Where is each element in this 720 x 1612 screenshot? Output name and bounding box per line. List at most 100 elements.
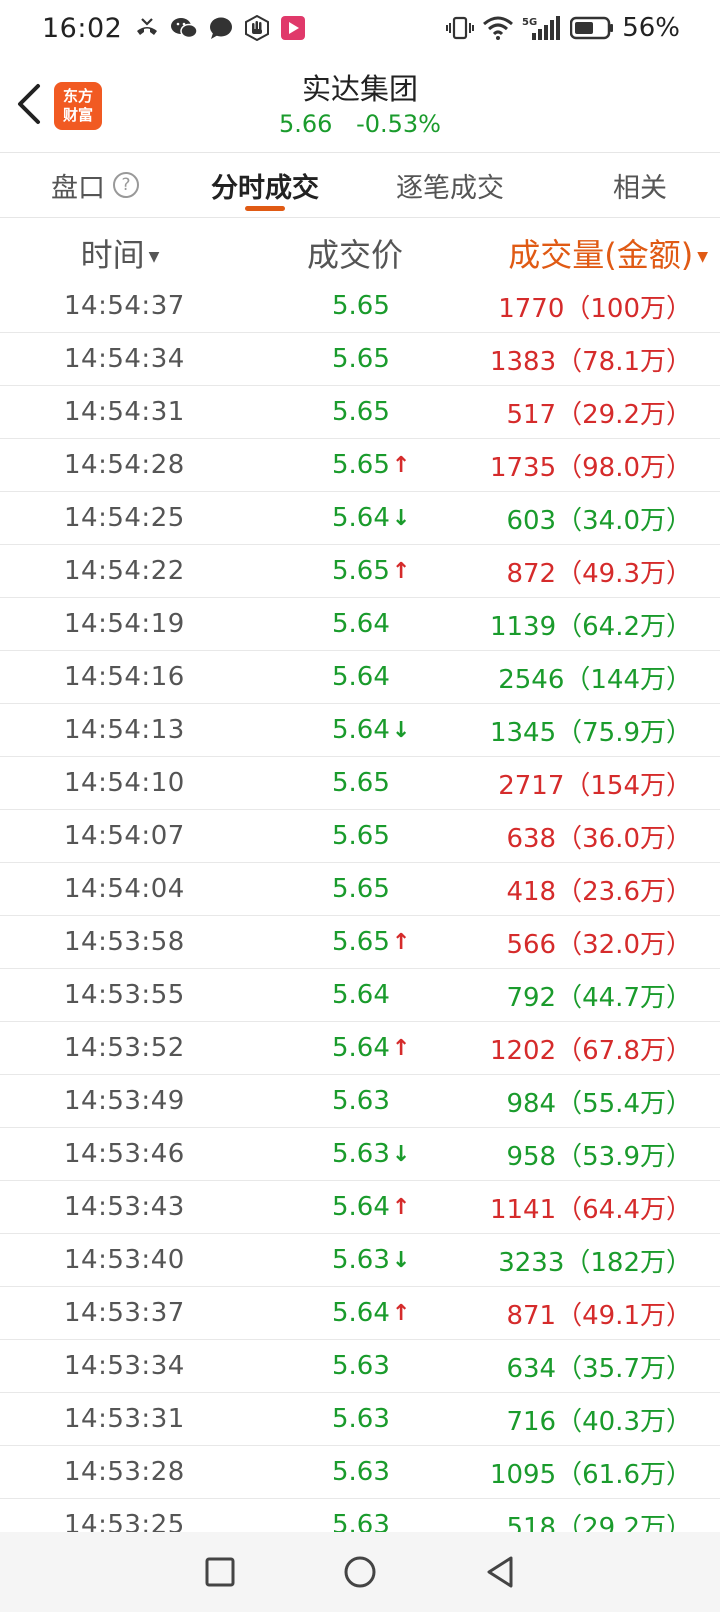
column-header-time[interactable]: 时间 ▼ xyxy=(0,230,230,276)
status-bar: 16:02 5G 56% xyxy=(0,0,720,56)
table-row: 14:54:07 5.65 638（36.0万） xyxy=(0,810,720,863)
back-nav-button[interactable] xyxy=(484,1555,516,1589)
price-down-arrow-icon: ↓ xyxy=(391,1247,411,1273)
wifi-icon xyxy=(482,15,514,41)
trade-time: 14:54:16 xyxy=(64,662,185,692)
table-row: 14:53:55 5.64 792（44.7万） xyxy=(0,969,720,1022)
trade-time: 14:54:31 xyxy=(64,397,185,427)
trade-price: 5.65 xyxy=(332,768,390,798)
trade-time: 14:53:52 xyxy=(64,1033,185,1063)
column-header-volume[interactable]: 成交量(金额) ▼ xyxy=(480,230,720,276)
trade-time: 14:54:04 xyxy=(64,874,185,904)
trade-list[interactable]: 14:54:37 5.65 1770（100万） 14:54:34 5.65 1383（7… xyxy=(0,280,720,1532)
trade-time: 14:53:49 xyxy=(64,1086,185,1116)
table-row: 14:53:43 5.64 ↑ 1141（64.4万） xyxy=(0,1181,720,1234)
trade-time: 14:54:28 xyxy=(64,450,185,480)
tab-bar: 盘口 ? 分时成交 逐笔成交 相关 xyxy=(0,152,720,218)
trade-price: 5.64 ↓ xyxy=(332,503,411,533)
stock-name: 实达集团 xyxy=(301,72,418,106)
price-up-arrow-icon: ↑ xyxy=(391,929,411,955)
trade-price: 5.63 ↓ xyxy=(332,1245,411,1275)
app-header: 东方 财富 实达集团 5.66 -0.53% xyxy=(0,56,720,152)
table-row: 14:53:52 5.64 ↑ 1202（67.8万） xyxy=(0,1022,720,1075)
trade-price: 5.64 ↑ xyxy=(332,1033,411,1063)
tab-fenshi-chengjiao[interactable]: 分时成交 xyxy=(190,153,340,217)
trade-volume: 1383（78.1万） xyxy=(489,346,692,377)
trade-price: 5.65 ↑ xyxy=(332,927,411,957)
trade-price: 5.64 ↑ xyxy=(332,1192,411,1222)
trade-volume: 984（55.4万） xyxy=(506,1088,692,1119)
trade-price: 5.63 xyxy=(332,1404,390,1434)
table-row: 14:53:37 5.64 ↑ 871（49.1万） xyxy=(0,1287,720,1340)
trade-volume: 1770（100万） xyxy=(498,293,692,324)
trade-volume: 418（23.6万） xyxy=(506,876,692,907)
signal-icon: 5G xyxy=(522,15,562,41)
status-right: 5G 56% xyxy=(446,13,680,43)
trade-volume: 1345（75.9万） xyxy=(489,717,692,748)
triangle-back-icon xyxy=(487,1556,513,1588)
message-icon xyxy=(208,15,234,41)
svg-text:5G: 5G xyxy=(522,17,537,28)
trade-price: 5.64 xyxy=(332,662,390,692)
table-row: 14:54:25 5.64 ↓ 603（34.0万） xyxy=(0,492,720,545)
sort-caret-icon: ▼ xyxy=(148,249,160,265)
system-nav-bar xyxy=(0,1532,720,1612)
circle-icon xyxy=(344,1556,376,1588)
trade-volume: 1139（64.2万） xyxy=(489,611,692,642)
recent-apps-button[interactable] xyxy=(204,1556,236,1588)
tab-zhubi-chengjiao[interactable]: 逐笔成交 xyxy=(340,153,560,217)
trade-volume: 872（49.3万） xyxy=(506,558,692,589)
battery-icon xyxy=(570,15,614,41)
trade-price: 5.65 ↑ xyxy=(332,556,411,586)
table-row: 14:53:46 5.63 ↓ 958（53.9万） xyxy=(0,1128,720,1181)
trade-volume: 638（36.0万） xyxy=(506,823,692,854)
table-row: 14:53:28 5.63 1095（61.6万） xyxy=(0,1446,720,1499)
price-up-arrow-icon: ↑ xyxy=(391,1194,411,1220)
wechat-icon xyxy=(170,15,199,41)
hand-icon xyxy=(244,15,270,41)
price-up-arrow-icon: ↑ xyxy=(391,1035,411,1061)
trade-price: 5.63 xyxy=(332,1510,390,1532)
table-row: 14:54:13 5.64 ↓ 1345（75.9万） xyxy=(0,704,720,757)
price-down-arrow-icon: ↓ xyxy=(391,717,411,743)
stock-price: 5.66 xyxy=(279,110,333,138)
trade-time: 14:53:46 xyxy=(64,1139,185,1169)
table-row: 14:54:10 5.65 2717（154万） xyxy=(0,757,720,810)
table-row: 14:53:31 5.63 716（40.3万） xyxy=(0,1393,720,1446)
trade-time: 14:53:31 xyxy=(64,1404,185,1434)
active-tab-indicator xyxy=(245,206,285,211)
trade-price: 5.65 xyxy=(332,291,390,321)
trade-volume: 958（53.9万） xyxy=(506,1141,692,1172)
trade-time: 14:54:13 xyxy=(64,715,185,745)
trade-volume: 2717（154万） xyxy=(498,770,692,801)
table-row: 14:54:22 5.65 ↑ 872（49.3万） xyxy=(0,545,720,598)
trade-price: 5.65 xyxy=(332,397,390,427)
trade-time: 14:53:40 xyxy=(64,1245,185,1275)
home-button[interactable] xyxy=(343,1555,377,1589)
trade-price: 5.63 xyxy=(332,1457,390,1487)
column-headers: 时间 ▼ 成交价 成交量(金额) ▼ xyxy=(0,220,720,286)
table-row: 14:53:34 5.63 634（35.7万） xyxy=(0,1340,720,1393)
price-up-arrow-icon: ↑ xyxy=(391,452,411,478)
trade-price: 5.63 ↓ xyxy=(332,1139,411,1169)
missed-call-icon xyxy=(134,15,160,41)
trade-price: 5.65 xyxy=(332,344,390,374)
tab-pankou[interactable]: 盘口 ? xyxy=(0,153,190,217)
trade-volume: 1735（98.0万） xyxy=(489,452,692,483)
table-row: 14:53:58 5.65 ↑ 566（32.0万） xyxy=(0,916,720,969)
help-icon[interactable]: ? xyxy=(113,172,139,198)
trade-volume: 3233（182万） xyxy=(498,1247,692,1278)
stock-change: -0.53% xyxy=(356,110,441,138)
trade-volume: 792（44.7万） xyxy=(506,982,692,1013)
price-down-arrow-icon: ↓ xyxy=(391,505,411,531)
tab-xiangguan[interactable]: 相关 xyxy=(560,153,720,217)
battery-percent: 56% xyxy=(622,13,680,43)
trade-volume: 517（29.2万） xyxy=(506,399,692,430)
trade-price: 5.64 xyxy=(332,609,390,639)
trade-time: 14:53:37 xyxy=(64,1298,185,1328)
trade-volume: 871（49.1万） xyxy=(506,1300,692,1331)
trade-volume: 1095（61.6万） xyxy=(489,1459,692,1490)
table-row: 14:53:25 5.63 518（29.2万） xyxy=(0,1499,720,1532)
stock-quote: 5.66 -0.53% xyxy=(0,110,720,138)
price-up-arrow-icon: ↑ xyxy=(391,1300,411,1326)
